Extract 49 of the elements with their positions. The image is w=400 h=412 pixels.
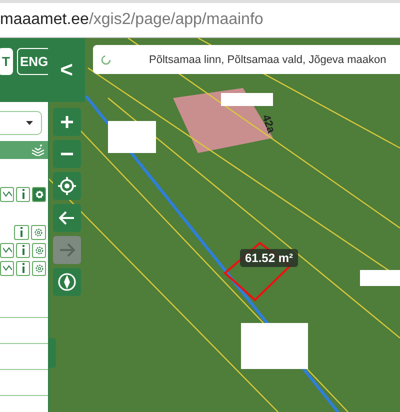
chart-button[interactable] bbox=[0, 186, 14, 202]
settings-button[interactable] bbox=[32, 242, 46, 258]
zoom-out-button[interactable] bbox=[53, 140, 81, 168]
layers-icon[interactable] bbox=[31, 144, 44, 156]
redaction-block bbox=[241, 323, 308, 369]
zoom-in-button[interactable] bbox=[53, 108, 81, 136]
chart-button[interactable] bbox=[0, 260, 14, 276]
house-number-label: 42a bbox=[259, 113, 277, 135]
area-measurement-label: 61.52 m² bbox=[240, 249, 298, 267]
arrow-right-icon bbox=[59, 243, 75, 257]
dropdown-field[interactable] bbox=[0, 111, 42, 135]
spinner-icon bbox=[101, 54, 111, 64]
language-button[interactable]: T bbox=[0, 48, 13, 75]
info-button[interactable] bbox=[16, 186, 30, 202]
redaction-block bbox=[360, 270, 400, 286]
settings-button[interactable] bbox=[32, 186, 46, 202]
info-button[interactable] bbox=[16, 260, 30, 276]
minus-icon bbox=[60, 152, 74, 156]
redaction-block bbox=[108, 121, 156, 153]
wave-icon bbox=[2, 191, 12, 197]
locate-icon bbox=[58, 177, 76, 195]
gear-icon bbox=[33, 226, 44, 238]
back-button[interactable] bbox=[53, 204, 81, 232]
compass-button[interactable] bbox=[53, 268, 81, 296]
info-button[interactable] bbox=[16, 242, 30, 258]
panel-resize-handle[interactable] bbox=[48, 338, 56, 368]
arrow-left-icon bbox=[59, 211, 75, 225]
locate-button[interactable] bbox=[53, 172, 81, 200]
compass-icon bbox=[58, 273, 76, 291]
search-field[interactable]: Põltsamaa linn, Põltsamaa vald, Jõgeva maakon bbox=[93, 45, 400, 74]
gear-icon bbox=[34, 244, 44, 256]
wave-icon bbox=[2, 265, 12, 271]
plus-icon bbox=[60, 115, 74, 129]
settings-button[interactable] bbox=[31, 224, 46, 240]
url-path: /xgis2/page/app/maainfo bbox=[88, 11, 264, 29]
chart-button[interactable] bbox=[0, 242, 14, 258]
info-icon bbox=[22, 245, 24, 255]
info-icon bbox=[22, 189, 24, 199]
redaction-block bbox=[221, 93, 273, 106]
url-host: maaamet.ee bbox=[0, 11, 89, 29]
info-button[interactable] bbox=[14, 224, 29, 240]
caret-icon bbox=[26, 121, 33, 125]
settings-button[interactable] bbox=[32, 260, 46, 276]
wave-icon bbox=[2, 247, 12, 253]
gear-icon bbox=[34, 188, 44, 200]
address-bar[interactable]: maaamet.ee/xgis2/page/app/maainfo bbox=[0, 0, 400, 38]
info-icon bbox=[20, 227, 23, 237]
info-icon bbox=[22, 263, 24, 273]
gear-icon bbox=[34, 262, 44, 274]
